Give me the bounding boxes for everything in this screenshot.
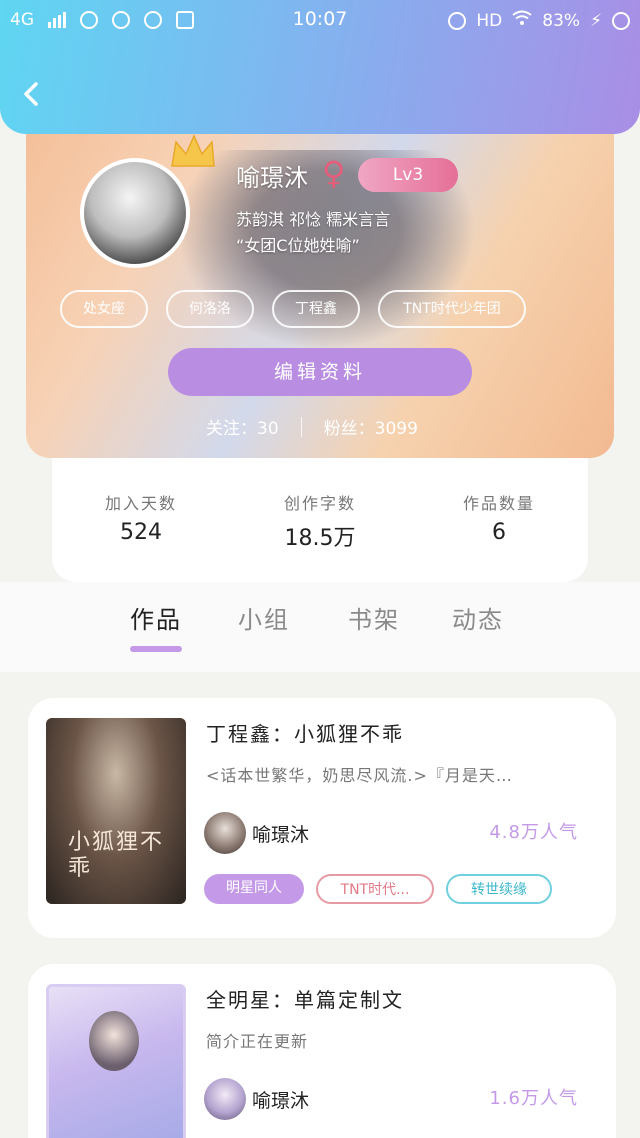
tab-bar: 作品 小组 书架 动态	[0, 582, 640, 672]
interest-tag[interactable]: TNT时代少年团	[378, 290, 526, 328]
tab-groups[interactable]: 小组	[238, 600, 290, 635]
chevron-left-icon	[24, 82, 38, 106]
work-cover[interactable]	[46, 984, 186, 1138]
tab-activity[interactable]: 动态	[452, 600, 504, 635]
cover-figure	[89, 1011, 139, 1071]
avatar[interactable]	[80, 158, 190, 268]
work-description: <话本世繁华，奶思尽风流.>『月是天…	[206, 766, 513, 785]
interest-tags: 处女座 何洛洛 丁程鑫 TNT时代少年团	[60, 290, 526, 328]
alarm-icon	[448, 11, 467, 30]
stat-label: 创作字数	[283, 494, 356, 513]
stat-join-days: 加入天数 524	[52, 490, 230, 545]
hd-label: HD	[476, 10, 503, 31]
tab-works[interactable]: 作品	[130, 600, 182, 635]
work-card[interactable]: 全明星：单篇定制文 简介正在更新 喻璟沐 1.6万人气	[28, 964, 616, 1138]
stat-value: 6	[492, 520, 506, 545]
author-name[interactable]: 喻璟沐	[252, 820, 309, 847]
level-badge: Lv3	[358, 158, 458, 192]
author-avatar[interactable]	[204, 812, 246, 854]
following-count[interactable]: 关注：30	[206, 414, 279, 439]
friends-line: 苏韵淇 祁惗 糯米言言	[236, 210, 391, 229]
fans-count[interactable]: 粉丝：3099	[324, 414, 418, 439]
work-tag[interactable]: 转世续缘	[446, 874, 552, 904]
status-right: HD 83% ⚡	[448, 10, 630, 31]
work-title[interactable]: 全明星：单篇定制文	[206, 984, 404, 1013]
battery-label: 83%	[542, 10, 581, 31]
stat-word-count: 创作字数 18.5万	[231, 490, 409, 552]
tab-bookshelf[interactable]: 书架	[348, 600, 400, 635]
work-card[interactable]: 小狐狸不乖 丁程鑫：小狐狸不乖 <话本世繁华，奶思尽风流.>『月是天… 喻璟沐 …	[28, 698, 616, 938]
stat-works-count: 作品数量 6	[410, 490, 588, 545]
stat-label: 作品数量	[462, 494, 535, 513]
popularity: 4.8万人气	[489, 822, 578, 843]
work-tag[interactable]: 明星同人	[204, 874, 304, 904]
notification-app-icon	[612, 11, 630, 30]
active-tab-indicator	[130, 646, 182, 652]
crown-icon	[171, 134, 215, 167]
interest-tag[interactable]: 处女座	[60, 290, 148, 328]
back-button[interactable]	[22, 80, 44, 108]
stat-value: 18.5万	[284, 526, 356, 551]
work-title[interactable]: 丁程鑫：小狐狸不乖	[206, 718, 404, 747]
username: 喻璟沐	[236, 164, 308, 192]
author-avatar[interactable]	[204, 1078, 246, 1120]
work-description: 简介正在更新	[206, 1032, 309, 1051]
stat-label: 加入天数	[104, 494, 177, 513]
follow-stats: 关注：30 粉丝：3099	[206, 414, 418, 439]
work-tag[interactable]: TNT时代...	[316, 874, 434, 904]
stat-value: 524	[120, 520, 162, 545]
popularity: 1.6万人气	[489, 1088, 578, 1109]
status-bar: 4G 10:07 HD 83% ⚡	[0, 6, 640, 36]
author-name[interactable]: 喻璟沐	[252, 1086, 309, 1113]
stats-card: 加入天数 524 创作字数 18.5万 作品数量 6	[52, 452, 588, 582]
gender-female-icon: ♀	[322, 154, 346, 192]
interest-tag[interactable]: 丁程鑫	[272, 290, 360, 328]
top-header: 4G 10:07 HD 83% ⚡	[0, 0, 640, 134]
interest-tag[interactable]: 何洛洛	[166, 290, 254, 328]
edit-profile-button[interactable]: 编辑资料	[168, 348, 472, 396]
wifi-icon	[512, 10, 532, 31]
charging-icon: ⚡	[590, 10, 602, 31]
profile-card: 喻璟沐 ♀ Lv3 苏韵淇 祁惗 糯米言言 “女团C位她姓喻” 处女座 何洛洛 …	[26, 110, 614, 458]
cover-title-text: 小狐狸不乖	[68, 830, 165, 881]
work-cover[interactable]: 小狐狸不乖	[46, 718, 186, 904]
divider	[300, 416, 302, 437]
profile-quote: “女团C位她姓喻”	[236, 236, 360, 255]
